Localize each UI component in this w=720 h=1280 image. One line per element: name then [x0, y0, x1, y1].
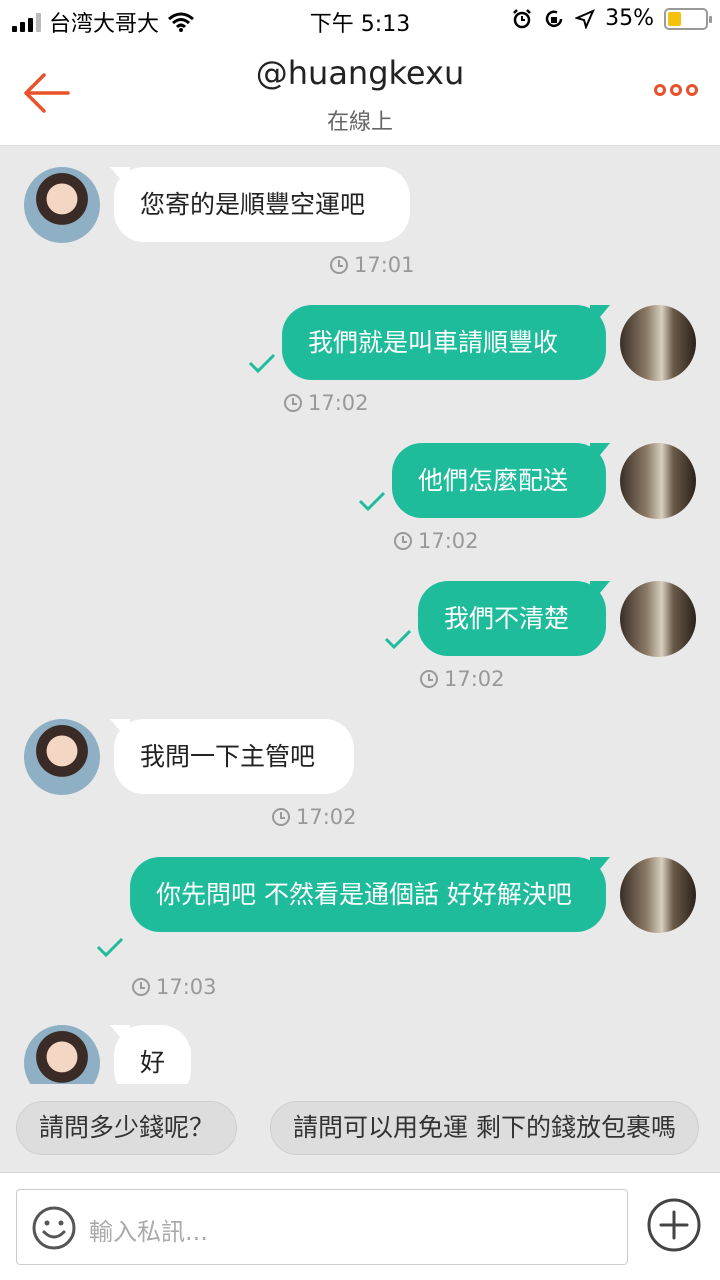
message-text: 我問一下主管吧 [140, 742, 316, 771]
contact-avatar[interactable] [24, 1025, 100, 1084]
message-text: 我們就是叫車請順豐收 [308, 328, 559, 357]
outgoing-message[interactable]: 我們不清楚 [418, 581, 606, 656]
message-text: 他們怎麼配送 [418, 466, 569, 495]
message-timestamp: 17:02 [272, 805, 357, 829]
quick-reply-chip[interactable]: 請問多少錢呢？ [16, 1101, 238, 1155]
plus-circle-icon[interactable] [646, 1197, 702, 1253]
more-dots-icon [654, 84, 666, 96]
my-avatar[interactable] [620, 305, 696, 381]
message-timestamp: 17:02 [394, 529, 479, 553]
contact-avatar[interactable] [24, 167, 100, 243]
alarm-icon [513, 8, 531, 28]
message-timestamp: 17:02 [284, 391, 369, 415]
outgoing-message[interactable]: 你先問吧 不然看是通個話 好好解決吧 [130, 857, 606, 932]
chat-title: @huangkexu [255, 54, 465, 92]
incoming-message[interactable]: 好 [114, 1025, 192, 1084]
clock-icon [394, 532, 412, 550]
message-text: 好 [140, 1048, 166, 1077]
clock-icon [272, 808, 290, 826]
outgoing-message[interactable]: 他們怎麼配送 [392, 443, 606, 518]
message-list[interactable]: 您寄的是順豐空運吧 17:01 我們就是叫車請順豐收 17:02 他們怎麼配送 … [0, 147, 720, 1084]
lock-rotation-icon [545, 10, 563, 27]
input-placeholder: 輸入私訊... [89, 1218, 208, 1246]
message-text: 你先問吧 不然看是通個話 好好解決吧 [156, 880, 572, 909]
incoming-message[interactable]: 我問一下主管吧 [114, 719, 354, 794]
battery-percentage: 35% [605, 6, 654, 31]
my-avatar[interactable] [620, 581, 696, 657]
message-input[interactable]: 輸入私訊... [16, 1189, 628, 1265]
contact-avatar[interactable] [24, 719, 100, 795]
message-timestamp: 17:02 [420, 667, 505, 691]
read-check-icon [96, 937, 124, 957]
read-check-icon [248, 353, 276, 373]
online-status: 在線上 [326, 110, 393, 135]
battery-fill [668, 11, 681, 26]
chat-header: @huangkexu 在線上 [0, 40, 720, 146]
status-bar: 台湾大哥大 下午 5:13 35% [0, 0, 720, 40]
incoming-message[interactable]: 您寄的是順豐空運吧 [114, 167, 410, 242]
clock-icon [330, 256, 348, 274]
my-avatar[interactable] [620, 443, 696, 519]
location-icon [575, 8, 596, 29]
message-timestamp: 17:03 [132, 975, 217, 999]
outgoing-message[interactable]: 我們就是叫車請順豐收 [282, 305, 606, 380]
message-timestamp: 17:01 [330, 253, 415, 277]
read-check-icon [358, 491, 386, 511]
smiley-icon[interactable] [31, 1205, 77, 1251]
clock-icon [420, 670, 438, 688]
more-options-button[interactable] [654, 84, 698, 96]
my-avatar[interactable] [620, 857, 696, 933]
quick-reply-chip[interactable]: 請問可以用免運 剩下的錢放包裹嗎 [270, 1101, 699, 1155]
message-text: 您寄的是順豐空運吧 [140, 190, 366, 219]
battery-icon [664, 7, 712, 30]
clock-icon [284, 394, 302, 412]
read-check-icon [384, 629, 412, 649]
message-input-bar: 輸入私訊... [0, 1172, 720, 1280]
clock-icon [132, 978, 150, 996]
quick-reply-bar[interactable]: 請問多少錢呢？ 請問可以用免運 剩下的錢放包裹嗎 [0, 1084, 720, 1172]
message-text: 我們不清楚 [444, 604, 570, 633]
